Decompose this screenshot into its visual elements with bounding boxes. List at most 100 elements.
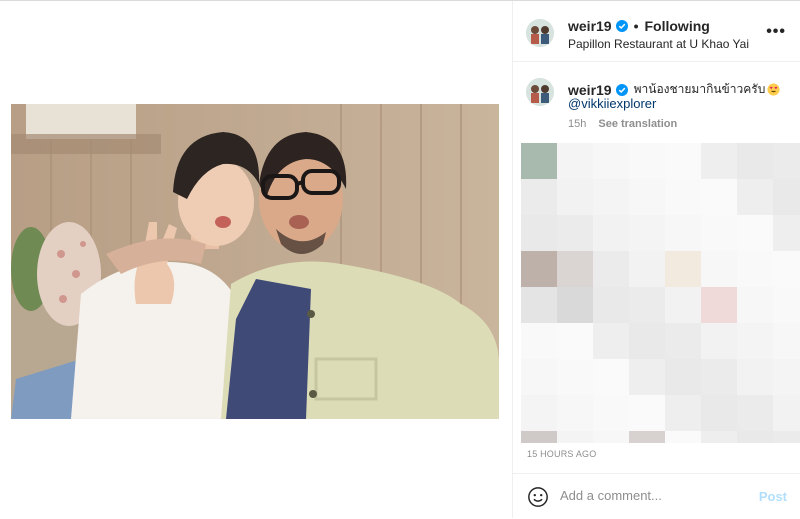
blur-cell bbox=[665, 359, 701, 395]
blur-cell bbox=[557, 215, 593, 251]
blur-cell bbox=[701, 359, 737, 395]
blur-cell bbox=[737, 431, 773, 443]
blur-cell bbox=[521, 179, 557, 215]
blur-cell bbox=[773, 143, 800, 179]
blur-cell bbox=[629, 431, 665, 443]
blur-cell bbox=[593, 395, 629, 431]
blur-cell bbox=[593, 143, 629, 179]
media-pane bbox=[0, 1, 512, 518]
see-translation-button[interactable]: See translation bbox=[598, 118, 677, 130]
blur-cell bbox=[629, 287, 665, 323]
caption-avatar[interactable] bbox=[526, 78, 554, 106]
blur-cell bbox=[737, 179, 773, 215]
blur-cell bbox=[701, 143, 737, 179]
blur-cell bbox=[665, 287, 701, 323]
blur-cell bbox=[665, 143, 701, 179]
blur-cell bbox=[629, 215, 665, 251]
avatar-image bbox=[526, 78, 554, 106]
blur-cell bbox=[593, 431, 629, 443]
blur-cell bbox=[593, 179, 629, 215]
location-link[interactable]: Papillon Restaurant at U Khao Yai bbox=[568, 37, 749, 51]
blur-cell bbox=[701, 395, 737, 431]
blur-cell bbox=[701, 251, 737, 287]
blur-cell bbox=[521, 215, 557, 251]
blur-cell bbox=[629, 359, 665, 395]
blur-cell bbox=[773, 287, 800, 323]
smiley-icon[interactable] bbox=[527, 486, 549, 508]
blur-cell bbox=[665, 323, 701, 359]
blur-cell bbox=[629, 323, 665, 359]
blur-cell bbox=[701, 287, 737, 323]
more-options-icon[interactable]: ••• bbox=[766, 23, 786, 41]
blur-cell bbox=[593, 251, 629, 287]
blur-cell bbox=[773, 323, 800, 359]
blur-cell bbox=[629, 251, 665, 287]
blur-cell bbox=[629, 143, 665, 179]
heart-eyes-emoji-icon bbox=[767, 83, 780, 96]
blur-cell bbox=[593, 323, 629, 359]
blur-cell bbox=[773, 251, 800, 287]
username-link[interactable]: weir19 bbox=[568, 18, 612, 34]
blur-cell bbox=[665, 179, 701, 215]
blur-cell bbox=[773, 215, 800, 251]
verified-badge-icon bbox=[615, 20, 628, 32]
blur-cell bbox=[557, 359, 593, 395]
blur-cell bbox=[557, 179, 593, 215]
blur-cell bbox=[773, 359, 800, 395]
blur-cell bbox=[737, 143, 773, 179]
avatar[interactable] bbox=[526, 19, 554, 47]
blur-cell bbox=[521, 395, 557, 431]
blur-cell bbox=[701, 323, 737, 359]
blur-cell bbox=[665, 251, 701, 287]
blur-cell bbox=[737, 323, 773, 359]
blur-cell bbox=[557, 251, 593, 287]
blur-cell bbox=[773, 179, 800, 215]
blur-cell bbox=[557, 143, 593, 179]
separator-dot: • bbox=[633, 18, 639, 34]
blur-cell bbox=[773, 431, 800, 443]
mention-link[interactable]: @vikkiiexplorer bbox=[568, 96, 656, 111]
blur-cell bbox=[665, 215, 701, 251]
post-photo-image bbox=[11, 104, 499, 419]
blur-cell bbox=[521, 143, 557, 179]
blur-cell bbox=[521, 431, 557, 443]
post-timestamp[interactable]: 15 HOURS AGO bbox=[527, 449, 596, 459]
blur-cell bbox=[521, 323, 557, 359]
post-comment-button[interactable]: Post bbox=[759, 489, 787, 504]
comment-input[interactable] bbox=[560, 488, 740, 503]
blur-cell bbox=[521, 359, 557, 395]
avatar-image bbox=[526, 19, 554, 47]
blurred-comments-area bbox=[521, 143, 800, 443]
blur-cell bbox=[737, 395, 773, 431]
blur-cell bbox=[701, 431, 737, 443]
blur-cell bbox=[557, 323, 593, 359]
blur-cell bbox=[629, 395, 665, 431]
blur-cell bbox=[737, 251, 773, 287]
post-sidebar: weir19 • Following Papillon Restaurant a… bbox=[513, 1, 800, 518]
blur-cell bbox=[701, 215, 737, 251]
caption-time[interactable]: 15h bbox=[568, 118, 586, 130]
caption-meta: 15h See translation bbox=[568, 118, 677, 130]
blur-cell bbox=[521, 287, 557, 323]
blur-cell bbox=[593, 287, 629, 323]
blur-cell bbox=[737, 359, 773, 395]
blur-cell bbox=[665, 431, 701, 443]
blur-cell bbox=[593, 215, 629, 251]
blur-cell bbox=[593, 359, 629, 395]
verified-badge-icon bbox=[615, 83, 628, 96]
blur-cell bbox=[557, 287, 593, 323]
blur-cell bbox=[773, 395, 800, 431]
blur-cell bbox=[521, 251, 557, 287]
header-user-row: weir19 • Following bbox=[568, 18, 710, 34]
following-button[interactable]: Following bbox=[645, 18, 710, 34]
blur-cell bbox=[665, 395, 701, 431]
blur-cell bbox=[737, 215, 773, 251]
post-photo[interactable] bbox=[11, 104, 499, 419]
blur-cell bbox=[701, 179, 737, 215]
blur-cell bbox=[557, 431, 593, 443]
blur-cell bbox=[629, 179, 665, 215]
blur-cell bbox=[557, 395, 593, 431]
post-header: weir19 • Following Papillon Restaurant a… bbox=[513, 1, 800, 62]
blur-cell bbox=[737, 287, 773, 323]
comment-bar: Post bbox=[513, 473, 800, 519]
